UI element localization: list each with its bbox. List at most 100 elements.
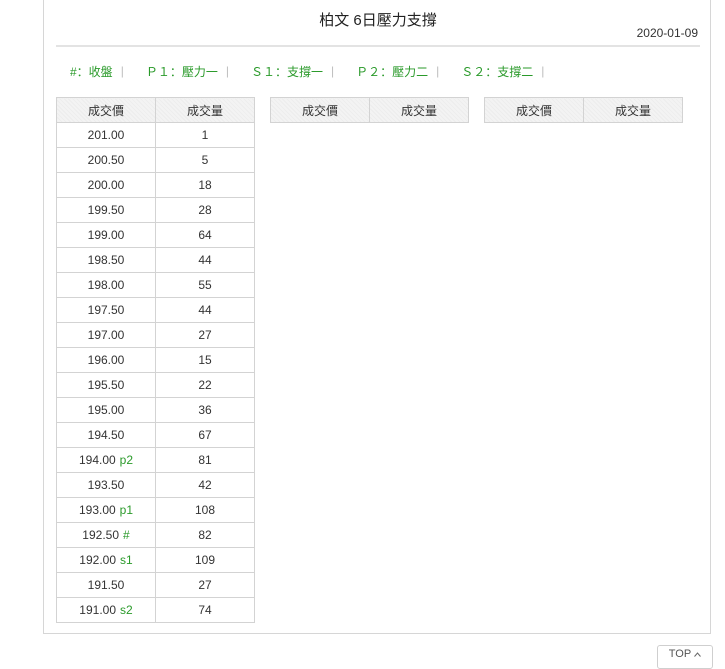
price-value: 192.50: [82, 528, 119, 542]
legend-label: Ｓ１：支撐一: [250, 64, 323, 79]
table-row: 201.00 1: [56, 122, 255, 148]
header-volume: 成交量: [369, 97, 469, 123]
legend-separator: |: [541, 64, 545, 78]
table-row: 198.50 44: [56, 247, 255, 273]
price-value: 195.00: [87, 403, 125, 417]
level-tag: s1: [120, 553, 133, 567]
price-cell: 194.00 p2: [56, 447, 156, 473]
price-cell: 192.00 s1: [56, 547, 156, 573]
legend-item: Ｐ２：壓力二 |: [356, 63, 461, 80]
price-value: 201.00: [87, 128, 125, 142]
header-volume: 成交量: [583, 97, 683, 123]
legend-separator: |: [225, 64, 229, 78]
price-value: 194.00: [78, 453, 116, 467]
price-cell: 191.50: [56, 572, 156, 598]
volume-cell: 74: [155, 597, 255, 623]
header-price: 成交價: [56, 97, 156, 123]
legend: #：收盤 | Ｐ１：壓力一 | Ｓ１：支撐一 | Ｐ２：壓力二 | Ｓ２：支撐二 |: [70, 63, 566, 79]
price-cell: 195.00: [56, 397, 156, 423]
table-row: 197.00 27: [56, 322, 255, 348]
price-value: 198.50: [87, 253, 125, 267]
price-cell: 201.00: [56, 122, 156, 148]
volume-cell: 22: [155, 372, 255, 398]
volume-cell: 55: [155, 272, 255, 298]
table-row: 195.50 22: [56, 372, 255, 398]
table-row: 191.00 s2 74: [56, 597, 255, 623]
table-row: 198.00 55: [56, 272, 255, 298]
price-value: 200.50: [87, 153, 125, 167]
price-cell: 197.50: [56, 297, 156, 323]
price-cell: 193.00 p1: [56, 497, 156, 523]
volume-cell: 67: [155, 422, 255, 448]
legend-label: Ｐ１：壓力一: [145, 64, 218, 79]
price-value: 191.50: [87, 578, 125, 592]
price-cell: 199.00: [56, 222, 156, 248]
table-row: 194.50 67: [56, 422, 255, 448]
volume-cell: 64: [155, 222, 255, 248]
volume-cell: 44: [155, 247, 255, 273]
table-row: 197.50 44: [56, 297, 255, 323]
price-value: 195.50: [87, 378, 125, 392]
legend-separator: |: [330, 64, 335, 78]
price-value: 193.00: [78, 503, 116, 517]
price-cell: 200.50: [56, 147, 156, 173]
price-value: 197.50: [87, 303, 125, 317]
price-value: 198.00: [87, 278, 125, 292]
price-value: 191.00: [79, 603, 116, 617]
legend-label: #：收盤: [70, 64, 113, 79]
table-row: 192.00 s1 109: [56, 547, 255, 573]
volume-cell: 44: [155, 297, 255, 323]
header-price: 成交價: [270, 97, 370, 123]
level-tag: p2: [119, 453, 134, 467]
price-cell: 194.50: [56, 422, 156, 448]
price-cell: 191.00 s2: [56, 597, 156, 623]
volume-cell: 82: [155, 522, 255, 548]
page-title: 柏文 6日壓力支撐: [319, 12, 437, 29]
chevron-up-icon: [694, 648, 702, 660]
legend-label: Ｓ２：支撐二: [461, 64, 534, 79]
volume-cell: 28: [155, 197, 255, 223]
table-row: 193.00 p1 108: [56, 497, 255, 523]
volume-cell: 27: [155, 572, 255, 598]
level-tag: p1: [119, 503, 134, 517]
legend-item: Ｓ１：支撐一 |: [251, 63, 356, 80]
back-to-top-button[interactable]: TOP: [657, 645, 713, 669]
table-row: 199.50 28: [56, 197, 255, 223]
volume-cell: 42: [155, 472, 255, 498]
price-value: 197.00: [87, 328, 125, 342]
page-date: 2020-01-09: [636, 26, 698, 40]
volume-cell: 15: [155, 347, 255, 373]
price-cell: 197.00: [56, 322, 156, 348]
table-row: 192.50 #82: [56, 522, 255, 548]
header-price: 成交價: [484, 97, 584, 123]
volume-cell: 27: [155, 322, 255, 348]
legend-item: Ｐ１：壓力一 |: [146, 63, 251, 80]
price-cell: 198.00: [56, 272, 156, 298]
table-row: 199.00 64: [56, 222, 255, 248]
volume-cell: 108: [155, 497, 255, 523]
price-volume-table-1: 成交價 成交量 201.00 1 200.50 5 200.00 18 199.50 28 19…: [56, 97, 255, 623]
legend-separator: |: [120, 64, 124, 78]
price-value: 193.50: [87, 478, 125, 492]
table-row: 195.00 36: [56, 397, 255, 423]
price-value: 200.00: [87, 178, 125, 192]
price-cell: 198.50: [56, 247, 156, 273]
back-to-top-label: TOP: [668, 648, 692, 660]
volume-cell: 109: [155, 547, 255, 573]
legend-separator: |: [436, 64, 440, 78]
legend-label: Ｐ２：壓力二: [356, 64, 429, 79]
volume-cell: 1: [155, 122, 255, 148]
price-cell: 200.00: [56, 172, 156, 198]
level-tag: s2: [120, 603, 133, 617]
volume-cell: 5: [155, 147, 255, 173]
price-cell: 199.50: [56, 197, 156, 223]
price-value: 196.00: [87, 353, 125, 367]
price-volume-table-3: 成交價 成交量: [484, 97, 683, 123]
legend-item: Ｓ２：支撐二 |: [461, 63, 566, 80]
price-cell: 193.50: [56, 472, 156, 498]
volume-cell: 81: [155, 447, 255, 473]
price-cell: 195.50: [56, 372, 156, 398]
price-value: 199.50: [87, 203, 125, 217]
header-volume: 成交量: [155, 97, 255, 123]
legend-item: #：收盤 |: [70, 63, 146, 80]
